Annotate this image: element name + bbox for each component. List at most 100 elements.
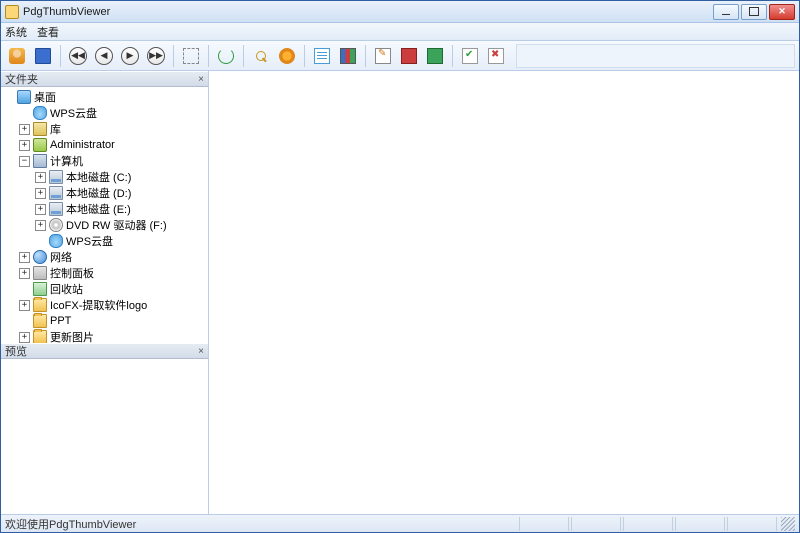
- app-icon: [5, 5, 19, 19]
- expander-icon[interactable]: −: [19, 156, 30, 167]
- tree-libraries[interactable]: +库: [17, 121, 208, 137]
- folders-panel-header: 文件夹 ×: [1, 71, 208, 87]
- tb-books-icon[interactable]: [336, 44, 360, 68]
- tree-label: 本地磁盘 (C:): [66, 169, 131, 185]
- computer-icon: [33, 154, 47, 168]
- tree-label: 桌面: [34, 89, 56, 105]
- tb-next-icon[interactable]: ▶: [118, 44, 142, 68]
- tb-edit-icon[interactable]: [371, 44, 395, 68]
- folder-icon: [33, 298, 47, 312]
- tb-book-icon[interactable]: [31, 44, 55, 68]
- expander-icon[interactable]: +: [19, 300, 30, 311]
- tree-label: WPS云盘: [66, 233, 113, 249]
- tree-folder-icofx[interactable]: + IcoFX-提取软件logo: [17, 297, 208, 313]
- main-content[interactable]: [209, 71, 799, 514]
- tree-administrator[interactable]: + Administrator: [17, 137, 208, 153]
- expander-icon[interactable]: +: [19, 332, 30, 343]
- expander-icon: [19, 108, 30, 119]
- toolbar: ◀◀ ◀ ▶ ▶▶: [1, 41, 799, 71]
- tree-folder-newpic[interactable]: + 更新图片: [17, 329, 208, 343]
- status-cell: [571, 517, 621, 531]
- status-cell: [519, 517, 569, 531]
- status-cell: [675, 517, 725, 531]
- preview-panel-close-icon[interactable]: ×: [198, 346, 204, 357]
- tb-first-icon[interactable]: ◀◀: [66, 44, 90, 68]
- tree-drive-d[interactable]: + 本地磁盘 (D:): [33, 185, 208, 201]
- expander-icon[interactable]: +: [35, 188, 46, 199]
- tree-dvd-drive[interactable]: + DVD RW 驱动器 (F:): [33, 217, 208, 233]
- tree-label: 网络: [50, 249, 72, 265]
- expander-icon[interactable]: +: [19, 140, 30, 151]
- preview-panel-header: 预览 ×: [1, 343, 208, 359]
- preview-panel-title: 预览: [5, 343, 27, 359]
- toolbar-separator: [60, 45, 61, 67]
- titlebar[interactable]: PdgThumbViewer: [1, 1, 799, 23]
- minimize-button[interactable]: [713, 4, 739, 20]
- toolbar-separator: [243, 45, 244, 67]
- tree-wps-cloud[interactable]: WPS云盘: [17, 105, 208, 121]
- status-cell: [727, 517, 777, 531]
- app-window: PdgThumbViewer 系统 查看 ◀◀ ◀ ▶ ▶▶: [0, 0, 800, 533]
- status-text: 欢迎使用PdgThumbViewer: [5, 516, 517, 532]
- expander-icon: [19, 316, 30, 327]
- tb-prev-icon[interactable]: ◀: [92, 44, 116, 68]
- menu-view[interactable]: 查看: [37, 24, 59, 40]
- expander-icon[interactable]: +: [35, 204, 46, 215]
- tb-refresh-icon[interactable]: [214, 44, 238, 68]
- tree-label: IcoFX-提取软件logo: [50, 297, 147, 313]
- tree-computer[interactable]: −计算机: [17, 153, 208, 169]
- maximize-button[interactable]: [741, 4, 767, 20]
- expander-icon[interactable]: +: [35, 172, 46, 183]
- network-icon: [33, 250, 47, 264]
- expander-icon: [3, 92, 14, 103]
- tb-sheet-check-icon[interactable]: [458, 44, 482, 68]
- tree-drive-e[interactable]: +本地磁盘 (E:): [33, 201, 208, 217]
- folders-panel-close-icon[interactable]: ×: [198, 74, 204, 85]
- tree-wps-cloud-2[interactable]: WPS云盘: [33, 233, 208, 249]
- close-button[interactable]: [769, 4, 795, 20]
- tree-label: 回收站: [50, 281, 83, 297]
- toolbar-separator: [208, 45, 209, 67]
- tree-drive-c[interactable]: + 本地磁盘 (C:): [33, 169, 208, 185]
- tree-network[interactable]: + 网络: [17, 249, 208, 265]
- folder-tree[interactable]: 桌面 WPS云盘 +库 + Administrator −计算机 + 本地磁盘 (C…: [1, 87, 208, 343]
- drive-icon: [49, 170, 63, 184]
- expander-icon[interactable]: +: [19, 252, 30, 263]
- tb-last-icon[interactable]: ▶▶: [144, 44, 168, 68]
- tree-label: DVD RW 驱动器 (F:): [66, 217, 167, 233]
- tb-list-icon[interactable]: [310, 44, 334, 68]
- menu-system[interactable]: 系统: [5, 24, 27, 40]
- tb-puzzle-green-icon[interactable]: [423, 44, 447, 68]
- expander-icon[interactable]: +: [19, 124, 30, 135]
- tree-folder-ppt[interactable]: PPT: [17, 313, 208, 329]
- resize-grip-icon[interactable]: [781, 517, 795, 531]
- body: 文件夹 × 桌面 WPS云盘 +库 + Administrator: [1, 71, 799, 514]
- tree-label: WPS云盘: [50, 105, 97, 121]
- expander-icon: [35, 236, 46, 247]
- tb-move-icon[interactable]: [179, 44, 203, 68]
- expander-icon[interactable]: +: [19, 268, 30, 279]
- tree-label: 本地磁盘 (D:): [66, 185, 131, 201]
- desktop-icon: [17, 90, 31, 104]
- tree-label: 更新图片: [50, 329, 94, 343]
- statusbar: 欢迎使用PdgThumbViewer: [1, 514, 799, 532]
- tb-user-icon[interactable]: [5, 44, 29, 68]
- tree-control-panel[interactable]: + 控制面板: [17, 265, 208, 281]
- tb-sheet-cross-icon[interactable]: [484, 44, 508, 68]
- tree-recycle-bin[interactable]: 回收站: [17, 281, 208, 297]
- toolbar-separator: [304, 45, 305, 67]
- toolbar-spacer: [516, 44, 795, 68]
- expander-icon[interactable]: +: [35, 220, 46, 231]
- folders-panel-title: 文件夹: [5, 71, 38, 87]
- dvd-icon: [49, 218, 63, 232]
- tree-label: Administrator: [50, 139, 115, 151]
- tb-puzzle-red-icon[interactable]: [397, 44, 421, 68]
- tb-search-icon[interactable]: [249, 44, 273, 68]
- tree-label: PPT: [50, 315, 71, 327]
- tb-gears-icon[interactable]: [275, 44, 299, 68]
- drive-icon: [49, 186, 63, 200]
- left-column: 文件夹 × 桌面 WPS云盘 +库 + Administrator: [1, 71, 209, 514]
- library-icon: [33, 122, 47, 136]
- tree-label: 控制面板: [50, 265, 94, 281]
- tree-desktop[interactable]: 桌面: [1, 89, 208, 105]
